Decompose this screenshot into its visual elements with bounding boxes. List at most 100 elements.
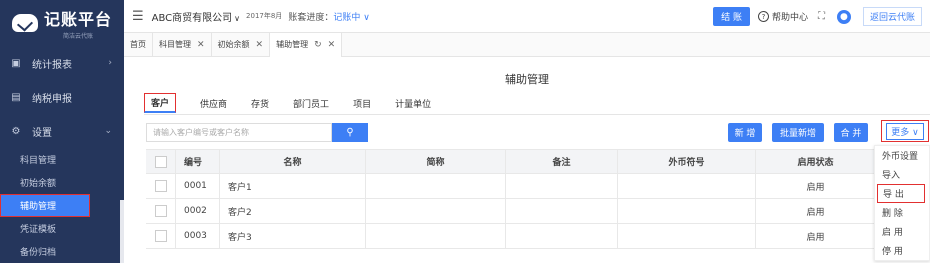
sidebar-subitem-auxiliary[interactable]: 辅助管理 [0, 194, 90, 217]
add-button[interactable]: 新 增 [728, 123, 762, 142]
menu-icon[interactable]: ☰ [132, 9, 144, 24]
settle-button[interactable]: 结 账 [713, 7, 750, 26]
more-button[interactable]: 更多 ∨ [886, 122, 924, 140]
cell-status: 启用 [756, 199, 876, 223]
help-center-link[interactable]: ? 帮助中心 [757, 10, 808, 23]
tab-opening-balance[interactable]: 初始余额 ✕ [212, 32, 271, 57]
sidebar-item-tax[interactable]: ▤ 纳税申报 [0, 80, 124, 114]
sidebar-item-reports[interactable]: ▣ 统计报表 › [0, 46, 124, 80]
gear-icon: ⚙ [11, 125, 21, 137]
close-icon[interactable]: ✕ [197, 40, 205, 50]
table-header: 编号 名称 简称 备注 外币符号 启用状态 [146, 149, 876, 174]
cell-currency [618, 174, 756, 198]
table-row[interactable]: 0003 客户3 启用 [146, 224, 876, 249]
tax-icon: ▤ [11, 91, 21, 103]
tab-label: 科目管理 [159, 40, 191, 49]
close-icon[interactable]: ✕ [256, 40, 264, 50]
column-header: 名称 [220, 150, 366, 173]
cell-status: 启用 [756, 224, 876, 248]
cell-note [506, 199, 618, 223]
sidebar-item-label: 统计报表 [32, 59, 72, 71]
sidebar-subitem-opening-balance[interactable]: 初始余额 [0, 171, 124, 194]
user-avatar-icon[interactable]: ● [836, 9, 851, 24]
main-content: 辅助管理 客户 供应商 存货 部门员工 项目 计量单位 请输入客户编号或客户名称… [124, 57, 930, 263]
cell-short [366, 199, 506, 223]
category-tab-project[interactable]: 项目 [353, 93, 371, 113]
period-label: 2017年8月 [246, 12, 283, 20]
menu-item-delete[interactable]: 删 除 [875, 203, 929, 222]
cell-name: 客户1 [220, 174, 366, 198]
row-checkbox[interactable] [154, 205, 167, 217]
help-label: 帮助中心 [771, 13, 808, 23]
chart-icon: ▣ [11, 57, 21, 69]
row-checkbox[interactable] [154, 230, 167, 242]
sidebar-subitem-voucher-template[interactable]: 凭证模板 [0, 217, 124, 240]
column-header: 备注 [506, 150, 618, 173]
tab-accounts[interactable]: 科目管理 ✕ [153, 32, 212, 57]
chevron-down-icon: ∨ [234, 13, 241, 23]
tab-auxiliary[interactable]: 辅助管理 ↻ ✕ [270, 32, 343, 57]
cell-note [506, 224, 618, 248]
category-tab-supplier[interactable]: 供应商 [200, 93, 227, 113]
divider [144, 114, 930, 115]
sidebar-subitem-accounts[interactable]: 科目管理 [0, 148, 124, 171]
company-selector[interactable]: ABC商贸有限公司 ∨ [152, 9, 240, 24]
row-checkbox[interactable] [154, 180, 167, 192]
category-tabs: 客户 供应商 存货 部门员工 项目 计量单位 [144, 91, 455, 113]
more-button-highlight[interactable]: 更多 ∨ [881, 120, 929, 142]
menu-item-export[interactable]: 导 出 [877, 184, 925, 203]
sidebar-item-settings[interactable]: ⚙ 设置 ⌄ [0, 114, 124, 148]
top-bar: ☰ ABC商贸有限公司 ∨ 2017年8月 账套进度： 记账中 ∨ 结 账 ? 帮… [124, 0, 930, 33]
cell-currency [618, 224, 756, 248]
close-icon[interactable]: ✕ [328, 40, 336, 50]
category-tab-customer[interactable]: 客户 [144, 93, 177, 113]
menu-item-disable[interactable]: 停 用 [875, 241, 929, 260]
column-header: 编号 [176, 150, 220, 173]
progress-label: 账套进度： [288, 12, 334, 23]
menu-item-enable[interactable]: 启 用 [875, 222, 929, 241]
tab-home[interactable]: 首页 [124, 32, 153, 57]
fullscreen-icon[interactable]: ⛶ [818, 11, 825, 22]
menu-item-import[interactable]: 导入 [875, 165, 929, 184]
logo[interactable]: 记账平台 简洁云代账 [0, 0, 124, 46]
logo-subtitle: 简洁云代账 [63, 33, 94, 40]
refresh-icon[interactable]: ↻ [314, 40, 322, 50]
tab-label: 辅助管理 [276, 40, 309, 49]
menu-item-currency-settings[interactable]: 外币设置 [875, 146, 929, 165]
more-dropdown-menu: 外币设置 导入 导 出 删 除 启 用 停 用 [874, 145, 930, 261]
search-button[interactable]: ⚲ [332, 123, 368, 142]
cell-code: 0001 [176, 174, 220, 198]
batch-add-button[interactable]: 批量新增 [772, 123, 824, 142]
table-row[interactable]: 0001 客户1 启用 [146, 174, 876, 199]
chevron-right-icon: › [108, 58, 112, 68]
tab-label: 首页 [130, 40, 146, 49]
column-header: 外币符号 [618, 150, 756, 173]
cell-short [366, 224, 506, 248]
category-tab-unit[interactable]: 计量单位 [395, 93, 431, 113]
category-tab-inventory[interactable]: 存货 [251, 93, 269, 113]
cell-currency [618, 199, 756, 223]
customer-table: 编号 名称 简称 备注 外币符号 启用状态 0001 客户1 启用 0002 客… [146, 149, 876, 249]
category-tab-department[interactable]: 部门员工 [293, 93, 329, 113]
sidebar-item-label: 设置 [32, 127, 52, 139]
cell-code: 0002 [176, 199, 220, 223]
chevron-down-icon: ⌄ [104, 126, 112, 136]
cloud-logo-icon [12, 14, 38, 32]
sidebar: 记账平台 简洁云代账 ▣ 统计报表 › ▤ 纳税申报 ⚙ 设置 ⌄ 科目管理 初… [0, 0, 124, 263]
company-name: ABC商贸有限公司 [151, 12, 233, 24]
tab-label: 初始余额 [217, 40, 250, 49]
sidebar-subitem-backup[interactable]: 备份归档 [0, 240, 124, 263]
merge-button[interactable]: 合 并 [834, 123, 868, 142]
select-all-checkbox[interactable] [154, 155, 167, 168]
cell-name: 客户3 [220, 224, 366, 248]
column-header: 启用状态 [756, 150, 876, 173]
search-input[interactable]: 请输入客户编号或客户名称 [146, 123, 332, 142]
progress-selector[interactable]: 记账中 ∨ [333, 10, 369, 23]
sidebar-item-label: 纳税申报 [32, 93, 72, 105]
cell-status: 启用 [756, 174, 876, 198]
back-to-cloud-link[interactable]: 返回云代账 [862, 7, 922, 26]
table-row[interactable]: 0002 客户2 启用 [146, 199, 876, 224]
logo-title: 记账平台 [44, 10, 113, 29]
cell-short [366, 174, 506, 198]
help-icon: ? [757, 11, 769, 22]
